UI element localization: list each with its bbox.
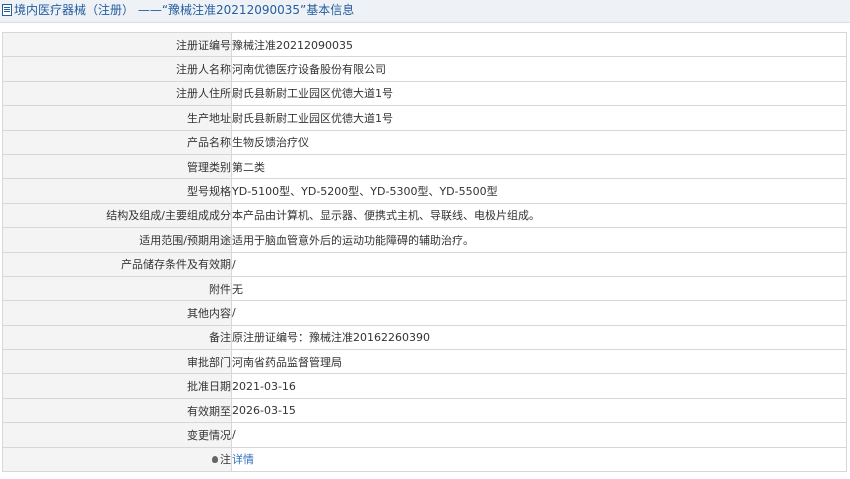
info-table: 注册证编号 豫械注准20212090035 注册人名称 河南优德医疗设备股份有限公司注… <box>2 31 847 473</box>
row-value: 河南优德医疗设备股份有限公司 <box>231 56 847 82</box>
table-row: 结构及组成/主要组成成分 本产品由计算机、显示器、便携式主机、导联线、电极片组成。 <box>2 202 847 229</box>
row-value: YD-5100型、YD-5200型、YD-5300型、YD-5500型 <box>231 178 847 204</box>
row-label: 批准日期 <box>2 373 232 399</box>
table-row: 变更情况 / <box>2 422 847 448</box>
table-row: 产品名称 生物反馈治疗仪 <box>2 129 847 155</box>
row-value: 第二类 <box>231 153 847 180</box>
bulb-icon <box>212 455 218 463</box>
row-label: 生产地址 <box>2 105 232 131</box>
row-value: 详情 <box>231 446 847 473</box>
row-label: 审批部门 <box>2 349 232 375</box>
row-value: 河南省药品监督管理局 <box>231 349 847 375</box>
row-value: 无 <box>231 275 847 302</box>
row-value: 2021-03-16 <box>231 373 847 399</box>
row-label: 型号规格 <box>2 178 232 204</box>
row-label: 备注 <box>2 324 232 351</box>
row-value: 适用于脑血管意外后的运动功能障碍的辅助治疗。 <box>231 227 847 253</box>
table-row: 注册人住所 尉氏县新尉工业园区优德大道1号 <box>2 80 847 107</box>
row-label: 注册人住所 <box>2 80 232 107</box>
table-row: 注册人名称 河南优德医疗设备股份有限公司 <box>2 56 847 82</box>
table-row: 管理类别 第二类 <box>2 153 847 180</box>
table-row: 有效期至 2026-03-15 <box>2 397 847 424</box>
row-label: 注册证编号 <box>2 31 232 58</box>
table-row-note: 注 详情 <box>2 446 847 473</box>
page-title: 境内医疗器械（注册） ——“豫械注准20212090035”基本信息 <box>14 3 355 17</box>
table-row: 适用范围/预期用途 适用于脑血管意外后的运动功能障碍的辅助治疗。 <box>2 227 847 253</box>
row-value: 尉氏县新尉工业园区优德大道1号 <box>231 80 847 107</box>
row-label: 管理类别 <box>2 153 232 180</box>
table-row: 其他内容 / <box>2 300 847 326</box>
page-header: 境内医疗器械（注册） ——“豫械注准20212090035”基本信息 <box>0 0 850 23</box>
table-row: 审批部门 河南省药品监督管理局 <box>2 349 847 375</box>
table-row: 批准日期 2021-03-16 <box>2 373 847 399</box>
row-value: 2026-03-15 <box>231 397 847 424</box>
row-label: 其他内容 <box>2 300 232 326</box>
row-value: / <box>231 251 847 277</box>
row-label: 适用范围/预期用途 <box>2 227 232 253</box>
row-label: 有效期至 <box>2 397 232 424</box>
row-label: 产品储存条件及有效期 <box>2 251 232 277</box>
row-label: 注 <box>2 446 232 473</box>
row-value: 生物反馈治疗仪 <box>231 129 847 155</box>
table-row: 注册证编号 豫械注准20212090035 <box>2 31 847 58</box>
row-value: / <box>231 300 847 326</box>
row-value: 尉氏县新尉工业园区优德大道1号 <box>231 105 847 131</box>
row-label: 注册人名称 <box>2 56 232 82</box>
table-row: 型号规格 YD-5100型、YD-5200型、YD-5300型、YD-5500型 <box>2 178 847 204</box>
row-label: 结构及组成/主要组成成分 <box>2 202 232 229</box>
table-row: 附件无 <box>2 275 847 302</box>
row-value: 豫械注准20212090035 <box>231 31 847 58</box>
table-row: 备注 原注册证编号：豫械注准20162260390 <box>2 324 847 351</box>
details-link[interactable]: 详情 <box>233 453 255 466</box>
table-row: 产品储存条件及有效期 / <box>2 251 847 277</box>
table-row: 生产地址 尉氏县新尉工业园区优德大道1号 <box>2 105 847 131</box>
row-value: / <box>231 422 847 448</box>
row-label: 产品名称 <box>2 129 232 155</box>
document-icon <box>2 3 12 16</box>
row-value: 本产品由计算机、显示器、便携式主机、导联线、电极片组成。 <box>231 202 847 229</box>
row-value: 原注册证编号：豫械注准20162260390 <box>231 324 847 351</box>
row-label: 变更情况 <box>2 422 232 448</box>
row-label: 附件 <box>2 275 232 302</box>
